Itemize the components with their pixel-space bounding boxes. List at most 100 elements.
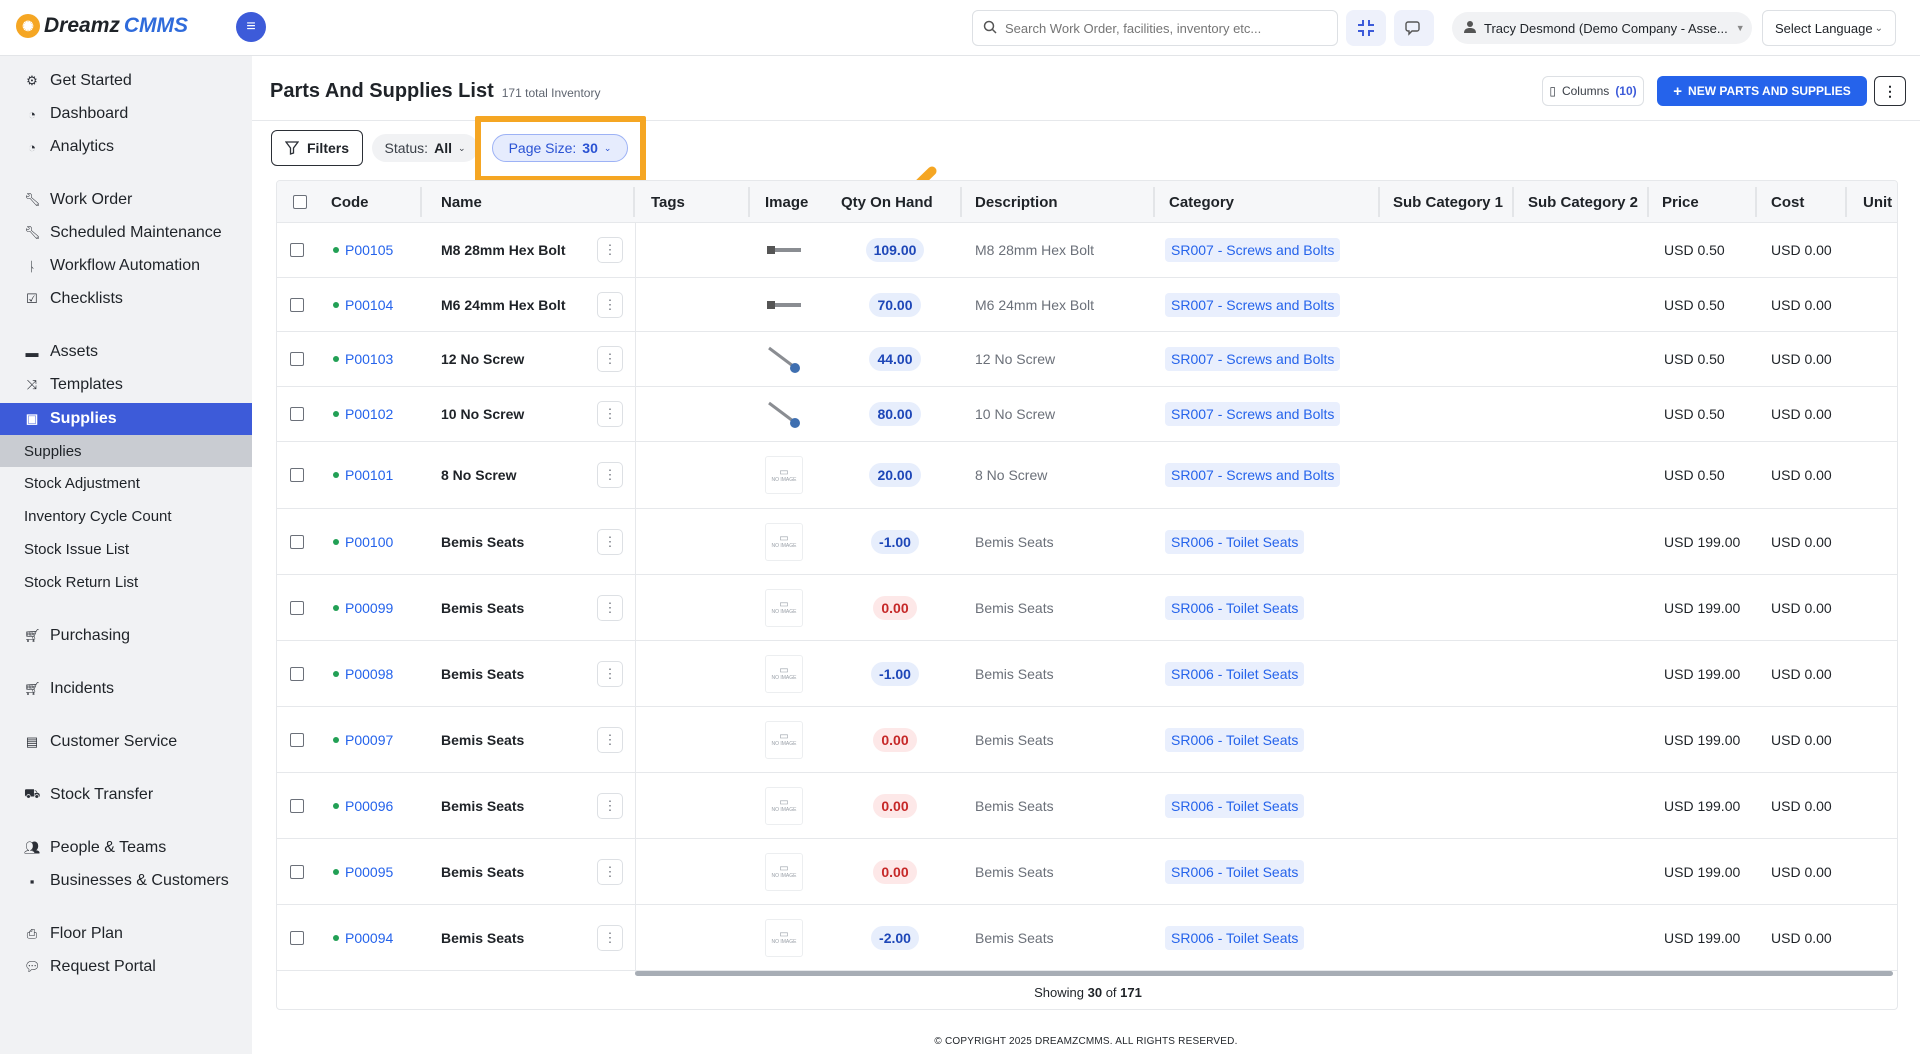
row-actions-button[interactable]: ⋮ xyxy=(597,594,623,621)
horizontal-scrollbar[interactable] xyxy=(635,971,1893,976)
global-search[interactable] xyxy=(972,10,1338,46)
category-tag[interactable]: SR007 - Screws and Bolts xyxy=(1165,238,1341,262)
row-actions-button[interactable]: ⋮ xyxy=(597,237,623,263)
sidebar-item-dashboard[interactable]: ◔ Dashboard xyxy=(0,99,252,129)
table-row[interactable]: P00094 Bemis Seats ⋮ ▭ NO IMAGE -2.00 Bemis Se… xyxy=(277,905,1897,971)
category-tag[interactable]: SR006 - Toilet Seats xyxy=(1165,595,1305,620)
sidebar-item-workflow-automation[interactable]: ᚿ Workflow Automation xyxy=(0,251,252,281)
sidebar-item-work-order[interactable]: 🔧︎ Work Order xyxy=(0,185,252,215)
table-row[interactable]: P00101 8 No Screw ⋮ ▭ NO IMAGE 20.00 8 No Scre… xyxy=(277,442,1897,509)
sidebar-subitem-stock-return-list[interactable]: Stock Return List xyxy=(0,566,252,598)
row-checkbox[interactable] xyxy=(290,864,304,879)
row-checkbox[interactable] xyxy=(290,297,304,312)
part-code-link[interactable]: P00100 xyxy=(333,509,393,574)
table-row[interactable]: P00103 12 No Screw ⋮ 44.00 12 No Screw SR007 … xyxy=(277,332,1897,387)
sidebar-item-analytics[interactable]: ◔ Analytics xyxy=(0,132,252,162)
user-menu[interactable]: Tracy Desmond (Demo Company - Asse... ▼ xyxy=(1452,12,1752,44)
column-resizer[interactable] xyxy=(1378,187,1380,217)
row-actions-button[interactable]: ⋮ xyxy=(597,346,623,372)
column-resizer[interactable] xyxy=(1845,187,1847,217)
category-tag[interactable]: SR006 - Toilet Seats xyxy=(1165,727,1305,752)
column-header-description[interactable]: Description xyxy=(967,181,1058,223)
sidebar-item-floor-plan[interactable]: ⎙ Floor Plan xyxy=(0,919,252,949)
table-row[interactable]: P00102 10 No Screw ⋮ 80.00 10 No Screw SR007 … xyxy=(277,387,1897,442)
app-logo[interactable]: ✺ Dreamz CMMS xyxy=(16,14,188,38)
search-input[interactable] xyxy=(1005,20,1305,36)
sidebar-item-people-teams[interactable]: 👥︎ People & Teams xyxy=(0,833,252,863)
part-code-link[interactable]: P00099 xyxy=(333,575,393,640)
column-resizer[interactable] xyxy=(748,187,750,217)
part-code-link[interactable]: P00097 xyxy=(333,707,393,772)
category-tag[interactable]: SR006 - Toilet Seats xyxy=(1165,529,1305,554)
sidebar-item-scheduled-maintenance[interactable]: 🔧︎ Scheduled Maintenance xyxy=(0,218,252,248)
row-checkbox[interactable] xyxy=(290,666,304,681)
table-row[interactable]: P00097 Bemis Seats ⋮ ▭ NO IMAGE 0.00 Bemis Sea… xyxy=(277,707,1897,773)
column-resizer[interactable] xyxy=(1647,187,1649,217)
category-tag[interactable]: SR007 - Screws and Bolts xyxy=(1165,347,1341,371)
row-checkbox[interactable] xyxy=(290,798,304,813)
table-row[interactable]: P00099 Bemis Seats ⋮ ▭ NO IMAGE 0.00 Bemis Sea… xyxy=(277,575,1897,641)
category-tag[interactable]: SR006 - Toilet Seats xyxy=(1165,793,1305,818)
column-header-cost[interactable]: Cost xyxy=(1763,181,1804,223)
category-tag[interactable]: SR007 - Screws and Bolts xyxy=(1165,463,1341,487)
compress-button[interactable] xyxy=(1346,10,1386,46)
part-code-link[interactable]: P00095 xyxy=(333,839,393,904)
row-actions-button[interactable]: ⋮ xyxy=(597,291,623,318)
row-checkbox[interactable] xyxy=(290,468,304,482)
category-tag[interactable]: SR006 - Toilet Seats xyxy=(1165,661,1305,686)
column-resizer[interactable] xyxy=(1512,187,1514,217)
column-header-category[interactable]: Category xyxy=(1161,181,1234,223)
part-code-link[interactable]: P00098 xyxy=(333,641,393,706)
menu-toggle-button[interactable]: ≡ xyxy=(236,12,266,42)
row-actions-button[interactable]: ⋮ xyxy=(597,924,623,951)
language-select[interactable]: Select Language ⌄ xyxy=(1762,10,1896,46)
row-checkbox[interactable] xyxy=(290,534,304,549)
sidebar-item-stock-transfer[interactable]: ⛟ Stock Transfer xyxy=(0,780,252,810)
column-header-name[interactable]: Name xyxy=(433,181,482,223)
sidebar-item-businesses-customers[interactable]: ▪ Businesses & Customers xyxy=(0,866,252,896)
column-header-sub-category-2[interactable]: Sub Category 2 xyxy=(1520,181,1638,223)
table-row[interactable]: P00105 M8 28mm Hex Bolt ⋮ 109.00 M8 28mm Hex… xyxy=(277,223,1897,278)
row-checkbox[interactable] xyxy=(290,407,304,421)
row-actions-button[interactable]: ⋮ xyxy=(597,462,623,488)
row-actions-button[interactable]: ⋮ xyxy=(597,528,623,555)
part-code-link[interactable]: P00096 xyxy=(333,773,393,838)
column-resizer[interactable] xyxy=(960,187,962,217)
sidebar-subitem-stock-issue-list[interactable]: Stock Issue List xyxy=(0,533,252,565)
select-all-checkbox[interactable] xyxy=(293,195,307,209)
sidebar-item-get-started[interactable]: ⚙ Get Started xyxy=(0,66,252,96)
column-header-sub-category-1[interactable]: Sub Category 1 xyxy=(1385,181,1503,223)
sidebar-subitem-stock-adjustment[interactable]: Stock Adjustment xyxy=(0,467,252,499)
column-header-code[interactable]: Code xyxy=(323,181,369,223)
row-checkbox[interactable] xyxy=(290,352,304,366)
sidebar-item-templates[interactable]: ⤨ Templates xyxy=(0,370,252,400)
row-actions-button[interactable]: ⋮ xyxy=(597,858,623,885)
table-row[interactable]: P00104 M6 24mm Hex Bolt ⋮ 70.00 M6 24mm Hex … xyxy=(277,278,1897,332)
row-actions-button[interactable]: ⋮ xyxy=(597,726,623,753)
sidebar-item-supplies[interactable]: ▣ Supplies xyxy=(0,403,252,435)
column-resizer[interactable] xyxy=(420,187,422,217)
part-code-link[interactable]: P00094 xyxy=(333,905,393,970)
column-header-unit[interactable]: Unit xyxy=(1855,181,1892,223)
columns-button[interactable]: ▯ Columns (10) xyxy=(1542,76,1644,106)
column-header-price[interactable]: Price xyxy=(1654,181,1699,223)
table-row[interactable]: P00098 Bemis Seats ⋮ ▭ NO IMAGE -1.00 Bemis Se… xyxy=(277,641,1897,707)
row-checkbox[interactable] xyxy=(290,732,304,747)
filters-button[interactable]: Filters xyxy=(271,130,363,166)
part-code-link[interactable]: P00105 xyxy=(333,223,393,277)
column-resizer[interactable] xyxy=(1755,187,1757,217)
part-code-link[interactable]: P00101 xyxy=(333,442,393,508)
row-actions-button[interactable]: ⋮ xyxy=(597,792,623,819)
column-header-qty-on-hand[interactable]: Qty On Hand xyxy=(833,181,933,223)
part-code-link[interactable]: P00102 xyxy=(333,387,393,441)
more-options-button[interactable]: ⋮ xyxy=(1874,76,1906,106)
new-parts-button[interactable]: + NEW PARTS AND SUPPLIES xyxy=(1657,76,1867,106)
sidebar-item-assets[interactable]: ▬ Assets xyxy=(0,337,252,367)
category-tag[interactable]: SR006 - Toilet Seats xyxy=(1165,925,1305,950)
table-row[interactable]: P00100 Bemis Seats ⋮ ▭ NO IMAGE -1.00 Bemis Se… xyxy=(277,509,1897,575)
row-checkbox[interactable] xyxy=(290,600,304,615)
part-code-link[interactable]: P00103 xyxy=(333,332,393,386)
sidebar-subitem-supplies[interactable]: Supplies xyxy=(0,435,252,467)
sidebar-item-incidents[interactable]: 🛒︎ Incidents xyxy=(0,674,252,704)
row-actions-button[interactable]: ⋮ xyxy=(597,401,623,427)
